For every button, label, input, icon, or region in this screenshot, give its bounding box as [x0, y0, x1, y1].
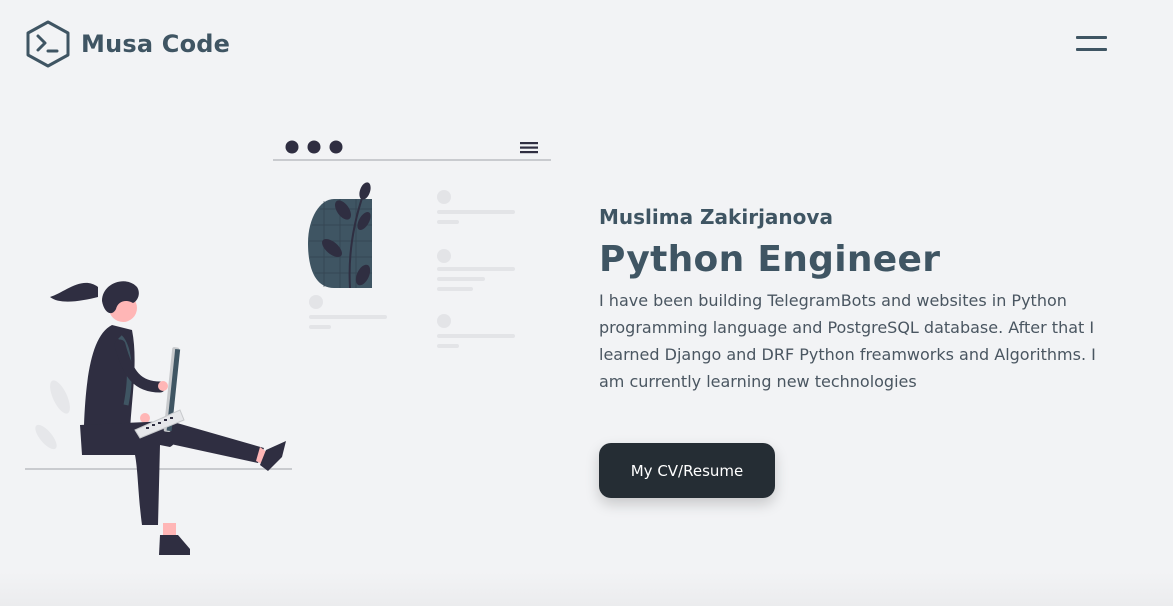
- hero-content: Muslima Zakirjanova Python Engineer I ha…: [599, 203, 1119, 395]
- job-title: Python Engineer: [599, 239, 941, 280]
- cv-resume-button[interactable]: My CV/Resume: [599, 443, 775, 498]
- logo-text: Musa Code: [81, 30, 231, 58]
- bio-text: I have been building TelegramBots and we…: [599, 291, 1096, 391]
- section-divider: [0, 572, 1173, 606]
- woman-with-laptop: [50, 281, 286, 555]
- header: Musa Code: [0, 0, 1173, 90]
- terminal-hexagon-icon: [26, 20, 70, 68]
- browser-mockup: [273, 140, 551, 348]
- logo-link[interactable]: Musa Code: [25, 20, 230, 68]
- person-name: Muslima Zakirjanova: [599, 205, 833, 229]
- hero-illustration: [25, 140, 551, 555]
- hamburger-menu-icon[interactable]: [1076, 34, 1108, 56]
